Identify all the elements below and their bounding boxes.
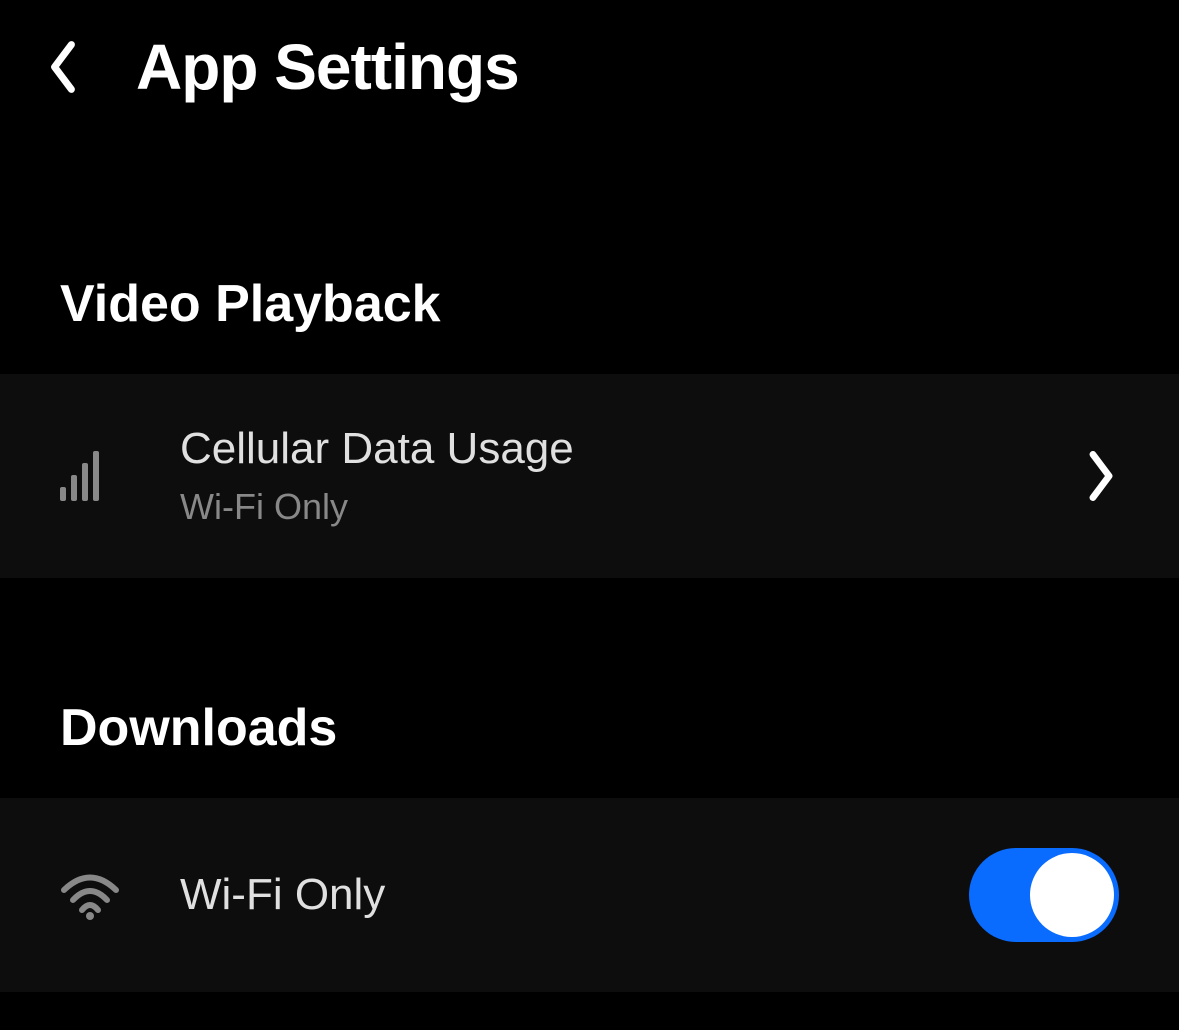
signal-icon bbox=[60, 451, 120, 501]
cellular-data-chevron bbox=[1083, 449, 1119, 503]
wifi-only-toggle-container bbox=[969, 848, 1119, 942]
section-header-downloads: Downloads bbox=[0, 698, 1179, 758]
wifi-only-content: Wi-Fi Only bbox=[180, 870, 969, 920]
cellular-data-usage-row[interactable]: Cellular Data Usage Wi-Fi Only bbox=[0, 374, 1179, 578]
cellular-data-value: Wi-Fi Only bbox=[180, 486, 1083, 528]
wifi-only-row: Wi-Fi Only bbox=[0, 798, 1179, 992]
wifi-only-label: Wi-Fi Only bbox=[180, 870, 969, 920]
wifi-icon bbox=[60, 870, 120, 920]
chevron-right-icon bbox=[1083, 449, 1119, 503]
section-video-playback: Video Playback Cellular Data Usage Wi-Fi… bbox=[0, 274, 1179, 578]
page-title: App Settings bbox=[136, 30, 519, 104]
cellular-data-content: Cellular Data Usage Wi-Fi Only bbox=[180, 424, 1083, 528]
chevron-left-icon bbox=[45, 39, 81, 95]
header: App Settings bbox=[0, 0, 1179, 134]
section-header-video-playback: Video Playback bbox=[0, 274, 1179, 334]
wifi-only-toggle[interactable] bbox=[969, 848, 1119, 942]
section-downloads: Downloads Wi-Fi Only bbox=[0, 698, 1179, 992]
toggle-knob bbox=[1030, 853, 1114, 937]
back-button[interactable] bbox=[45, 39, 81, 95]
cellular-data-label: Cellular Data Usage bbox=[180, 424, 1083, 474]
